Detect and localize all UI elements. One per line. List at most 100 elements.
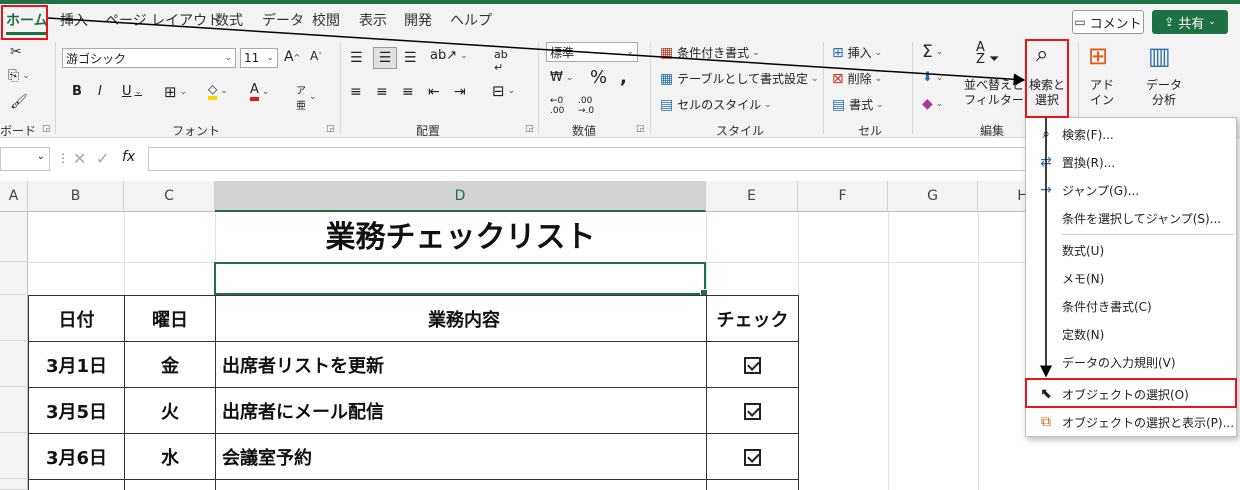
comment-button[interactable]: ▭ コメント xyxy=(1072,10,1144,34)
cell-day[interactable]: 水 xyxy=(124,433,216,480)
row-header[interactable] xyxy=(0,387,28,433)
share-button[interactable]: ⇪ 共有 ⌄ xyxy=(1152,10,1228,34)
tab-developer[interactable]: 開発 xyxy=(404,10,432,30)
menu-item-selection-pane[interactable]: ⧉ オブジェクトの選択と表示(P)... xyxy=(1026,408,1236,436)
decrease-decimal-icon[interactable]: .00 →.0 xyxy=(578,96,594,116)
align-right-icon[interactable]: ≡ xyxy=(402,84,414,100)
header-task[interactable]: 業務内容 xyxy=(215,295,707,342)
conditional-format-button[interactable]: ▦ 条件付き書式 ⌄ xyxy=(660,44,760,61)
delete-cells-button[interactable]: ⊠ 削除 ⌄ xyxy=(832,70,882,87)
italic-icon[interactable]: I xyxy=(98,84,102,99)
increase-indent-icon[interactable]: ⇥ xyxy=(454,84,466,100)
cell-styles-button[interactable]: ▤ セルのスタイル ⌄ xyxy=(660,96,772,113)
data-analysis-button[interactable]: データ 分析 xyxy=(1146,78,1182,108)
column-header-c[interactable]: C xyxy=(124,181,215,212)
sheet-title[interactable]: 業務チェックリスト xyxy=(215,216,706,260)
tab-help[interactable]: ヘルプ xyxy=(450,10,492,30)
sort-filter-icon[interactable]: AZ ⏷ xyxy=(976,41,999,66)
checkbox-checked-icon[interactable] xyxy=(744,448,761,466)
row-header[interactable] xyxy=(0,212,28,262)
cell-day[interactable]: 金 xyxy=(124,341,216,388)
fill-color-icon[interactable]: ◇ ⌄ xyxy=(208,82,228,100)
font-color-icon[interactable]: A ⌄ xyxy=(250,82,269,101)
align-center-icon[interactable]: ≡ xyxy=(376,84,388,100)
align-bottom-icon[interactable]: ☰ xyxy=(404,50,417,66)
underline-icon[interactable]: U ⌄ xyxy=(122,84,142,99)
row-header[interactable] xyxy=(0,262,28,295)
formula-input[interactable] xyxy=(148,147,1028,171)
sort-filter-button[interactable]: 並べ替えと フィルター xyxy=(964,78,1024,108)
phonetic-icon[interactable]: ア亜 ⌄ xyxy=(296,82,317,112)
cell-date[interactable]: 3月5日 xyxy=(28,387,125,434)
menu-item-conditional-format[interactable]: 条件付き書式(C) xyxy=(1026,292,1236,320)
clipboard-launcher-icon[interactable]: ◲ xyxy=(42,124,51,134)
header-check[interactable]: チェック xyxy=(706,295,799,342)
align-left-icon[interactable]: ≡ xyxy=(350,84,362,100)
font-grow-icon[interactable]: A ^ xyxy=(284,49,300,65)
column-header-e[interactable]: E xyxy=(706,181,798,212)
cell-check[interactable] xyxy=(706,341,799,388)
font-size-select[interactable]: 11 ⌄ xyxy=(240,48,278,68)
cell-date[interactable]: 3月1日 xyxy=(28,341,125,388)
decrease-indent-icon[interactable]: ⇤ xyxy=(428,84,440,100)
cell-task[interactable]: 出席者リストを更新 xyxy=(215,341,707,388)
cell-task[interactable]: 会議室予約 xyxy=(215,433,707,480)
row-header[interactable] xyxy=(0,479,28,490)
bold-icon[interactable]: B xyxy=(72,84,82,99)
orientation-icon[interactable]: ab↗ ⌄ xyxy=(430,48,468,63)
header-day[interactable]: 曜日 xyxy=(124,295,216,342)
font-shrink-icon[interactable]: Aˇ xyxy=(310,49,322,63)
number-format-select[interactable]: 標準 ⌄ xyxy=(546,42,638,62)
row-header[interactable] xyxy=(0,341,28,387)
cell-check[interactable] xyxy=(706,387,799,434)
font-name-select[interactable]: 游ゴシック ⌄ xyxy=(62,48,236,68)
tab-insert[interactable]: 挿入 xyxy=(60,10,88,30)
row-header[interactable] xyxy=(0,433,28,479)
align-middle-icon[interactable]: ☰ xyxy=(373,47,397,69)
increase-decimal-icon[interactable]: ←0.00 xyxy=(550,96,564,116)
fill-down-icon[interactable]: ⬇ ⌄ xyxy=(922,70,943,85)
tab-formulas[interactable]: 数式 xyxy=(215,10,243,30)
addin-button[interactable]: アド イン xyxy=(1090,78,1114,108)
menu-item-goto-special[interactable]: 条件を選択してジャンプ(S)... xyxy=(1026,204,1236,232)
header-date[interactable]: 日付 xyxy=(28,295,125,342)
autosum-icon[interactable]: Σ ⌄ xyxy=(922,42,943,62)
format-painter-icon[interactable]: 🖌 xyxy=(10,94,28,110)
menu-item-replace[interactable]: ⇄ 置換(R)... xyxy=(1026,148,1236,176)
menu-item-find[interactable]: ⌕ 検索(F)... xyxy=(1026,120,1236,148)
menu-item-goto[interactable]: → ジャンプ(G)... xyxy=(1026,176,1236,204)
percent-icon[interactable]: % xyxy=(590,67,607,88)
tab-view[interactable]: 表示 xyxy=(359,10,387,30)
column-header-f[interactable]: F xyxy=(798,181,888,212)
cell-day[interactable]: 火 xyxy=(124,387,216,434)
name-box[interactable]: ⌄ xyxy=(0,147,50,171)
alignment-launcher-icon[interactable]: ◲ xyxy=(525,124,534,134)
checkbox-checked-icon[interactable] xyxy=(744,402,761,420)
menu-item-notes[interactable]: メモ(N) xyxy=(1026,264,1236,292)
comma-style-icon[interactable]: , xyxy=(620,67,627,88)
cancel-icon[interactable]: ✕ xyxy=(73,149,86,168)
row-header[interactable] xyxy=(0,295,28,341)
column-header-b[interactable]: B xyxy=(28,181,124,212)
format-cells-button[interactable]: ▤ 書式 ⌄ xyxy=(832,96,884,113)
tab-page-layout[interactable]: ページ レイアウト xyxy=(105,10,221,30)
column-header-g[interactable]: G xyxy=(888,181,978,212)
clear-icon[interactable]: ◆ ⌄ xyxy=(922,96,943,112)
column-header-d[interactable]: D xyxy=(215,181,706,212)
tab-data[interactable]: データ xyxy=(262,10,304,30)
currency-icon[interactable]: ₩ ⌄ xyxy=(550,70,573,85)
menu-item-formulas[interactable]: 数式(U) xyxy=(1026,236,1236,264)
border-icon[interactable]: ⊞ ⌄ xyxy=(164,83,187,101)
copy-icon[interactable]: ⎘ ⌄ xyxy=(8,68,30,84)
align-top-icon[interactable]: ☰ xyxy=(350,50,363,66)
column-header-a[interactable]: A xyxy=(0,181,28,212)
insert-cells-button[interactable]: ⊞ 挿入 ⌄ xyxy=(832,44,882,61)
checkbox-checked-icon[interactable] xyxy=(744,356,761,374)
format-as-table-button[interactable]: ▦ テーブルとして書式設定 ⌄ xyxy=(660,70,819,87)
cut-icon[interactable]: ✂ xyxy=(10,44,22,60)
number-launcher-icon[interactable]: ◲ xyxy=(636,124,645,134)
menu-item-data-validation[interactable]: データの入力規則(V) xyxy=(1026,348,1236,376)
font-launcher-icon[interactable]: ◲ xyxy=(326,124,335,134)
wrap-text-icon[interactable]: ab ↵ xyxy=(494,48,508,74)
selected-cell[interactable] xyxy=(214,262,708,297)
